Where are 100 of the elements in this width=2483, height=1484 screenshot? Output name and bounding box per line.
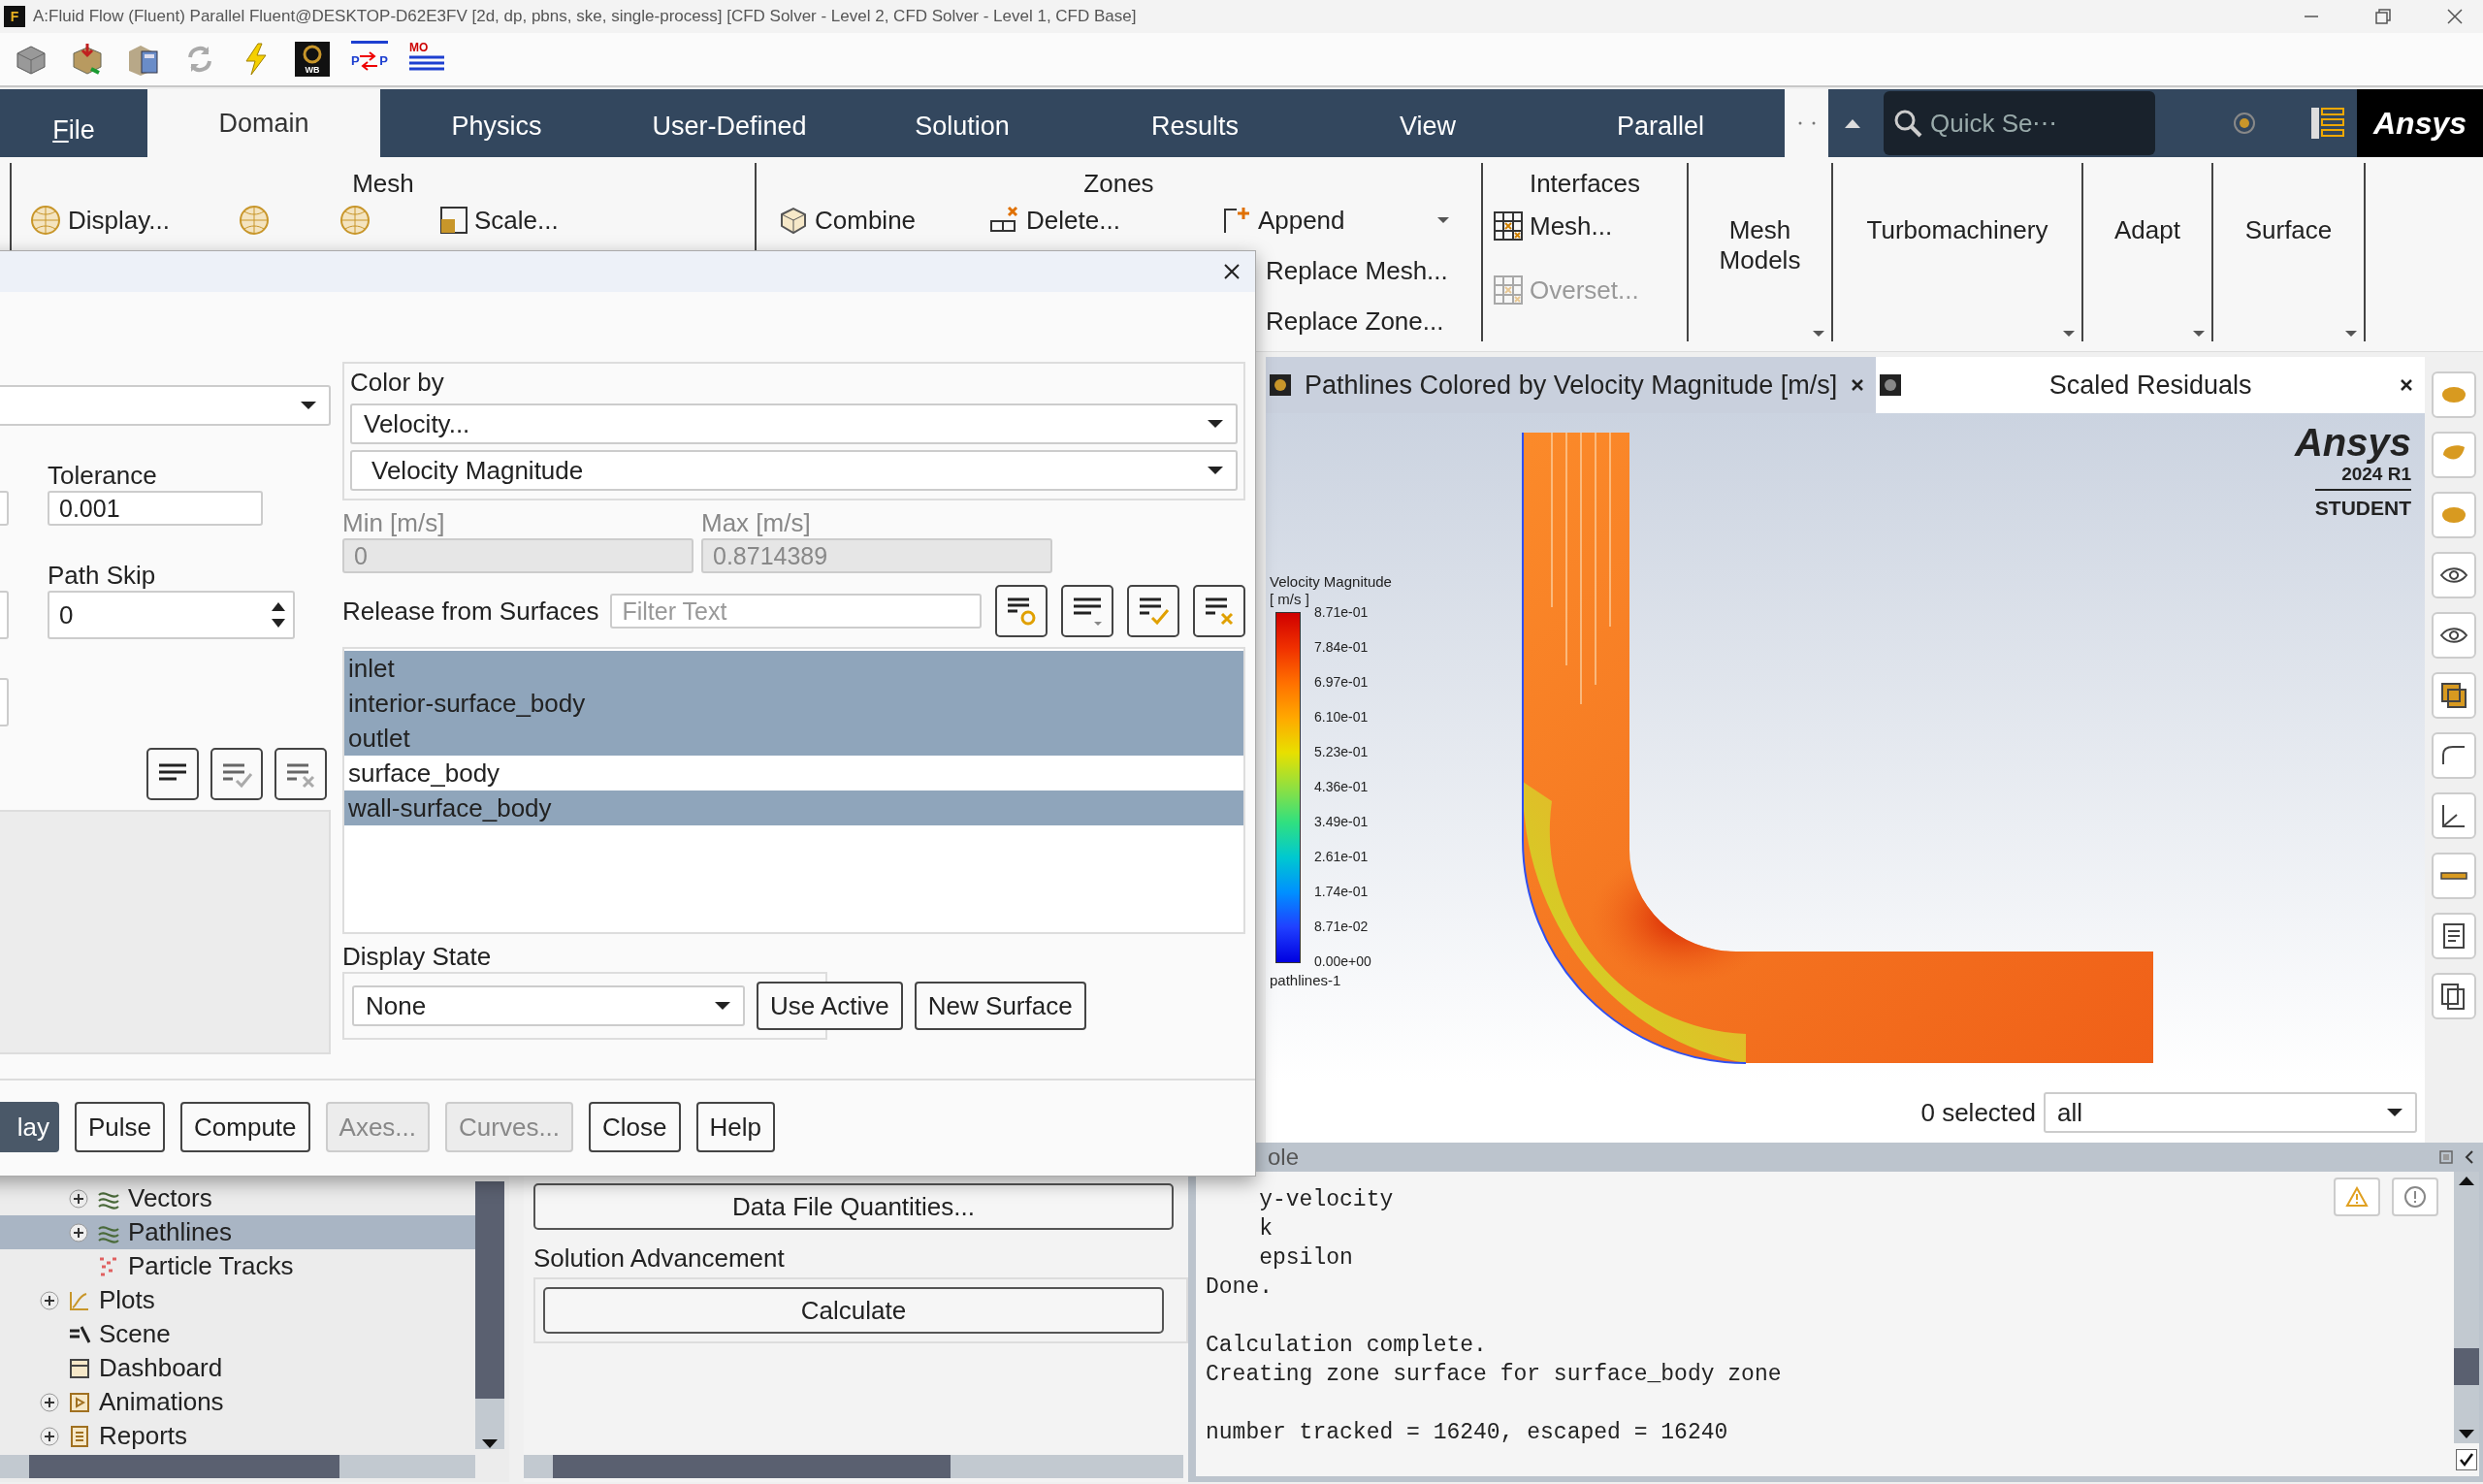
drag-handle-icon[interactable] xyxy=(1796,120,1817,126)
ribbon-button[interactable]: Delete... xyxy=(989,199,1120,242)
ribbon-tab[interactable]: Domain xyxy=(147,89,380,157)
dialog-button[interactable]: Close xyxy=(589,1102,681,1152)
eye-icon[interactable] xyxy=(2432,552,2476,598)
tree-item[interactable]: Dashboard xyxy=(0,1351,475,1385)
expand-icon[interactable] xyxy=(39,1289,60,1311)
tree-item[interactable]: Reports xyxy=(0,1419,475,1453)
ribbon-button[interactable]: Append xyxy=(1222,199,1448,242)
close-icon[interactable] xyxy=(1851,378,1865,392)
ribbon-menu[interactable]: Turbomachinery xyxy=(1866,215,2048,245)
ribbon-tab[interactable]: Parallel xyxy=(1544,89,1777,157)
eye-icon[interactable] xyxy=(2432,612,2476,659)
ribbon-tab[interactable]: User-Defined xyxy=(613,89,846,157)
curve-icon[interactable] xyxy=(2432,732,2476,779)
axes-icon[interactable] xyxy=(2432,792,2476,839)
caret-icon[interactable] xyxy=(2062,330,2076,338)
ribbon-tab[interactable]: View xyxy=(1311,89,1544,157)
tree-item[interactable]: Vectors xyxy=(0,1181,475,1215)
expand-icon[interactable] xyxy=(39,1425,60,1447)
surface-list-item[interactable]: inlet xyxy=(344,651,1243,686)
search-field[interactable]: Quick Se⋯ xyxy=(1884,91,2155,155)
ribbon-menu[interactable]: Mesh Models xyxy=(1701,215,1819,275)
surface-list-item[interactable]: outlet xyxy=(344,721,1243,756)
scroll-up-icon[interactable] xyxy=(2457,1176,2476,1187)
close-icon[interactable] xyxy=(1222,262,1242,281)
note-icon[interactable] xyxy=(2432,913,2476,959)
list-check-icon[interactable] xyxy=(210,748,263,800)
dialog-button[interactable]: Compute xyxy=(180,1102,310,1152)
data-file-quantities-button[interactable]: Data File Quantities... xyxy=(533,1183,1174,1230)
layout-icon[interactable] xyxy=(2310,107,2345,140)
list-clear-icon[interactable] xyxy=(1193,585,1245,637)
ribbon-button[interactable]: Mesh... xyxy=(1493,205,1639,247)
product-logo: Ansys 2024 R1 STUDENT xyxy=(2293,420,2412,522)
selection-filter-dropdown[interactable]: all xyxy=(2044,1092,2417,1133)
dialog-button[interactable]: Help xyxy=(695,1102,776,1152)
tree-item[interactable]: Plots xyxy=(0,1283,475,1317)
calculate-button[interactable]: Calculate xyxy=(543,1287,1164,1334)
dialog-button[interactable]: Pulse xyxy=(75,1102,166,1152)
workbench-icon[interactable]: WB xyxy=(295,42,330,77)
panel-icon xyxy=(68,1356,91,1380)
box-arrow-icon[interactable] xyxy=(70,42,105,77)
close-icon[interactable] xyxy=(2400,378,2413,392)
expand-icon[interactable] xyxy=(68,1221,89,1243)
tree-item[interactable]: Particle Tracks xyxy=(0,1249,475,1283)
ribbon-button[interactable]: Display... xyxy=(29,199,170,242)
checkbox[interactable] xyxy=(2456,1449,2477,1470)
surface-list-item[interactable]: wall-surface_body xyxy=(344,790,1243,825)
close-icon[interactable] xyxy=(2446,8,2464,25)
help-icon[interactable] xyxy=(2233,112,2256,135)
info-icon[interactable] xyxy=(2392,1178,2438,1216)
caret-icon[interactable] xyxy=(2192,330,2206,338)
ribbon-tab[interactable]: Physics xyxy=(380,89,613,157)
ribbon-tab[interactable]: Results xyxy=(1079,89,1311,157)
path-skip-spinner[interactable]: 0 xyxy=(48,591,295,639)
scrollbar[interactable] xyxy=(524,1455,1183,1478)
caret-icon xyxy=(300,401,317,410)
ribbon-menu[interactable]: Adapt xyxy=(2114,215,2180,245)
chevron-left-icon[interactable] xyxy=(2464,1149,2475,1165)
ribbon-tab[interactable]: File xyxy=(0,89,147,157)
list-icon[interactable] xyxy=(146,748,199,800)
tree-item[interactable]: Pathlines xyxy=(0,1215,475,1249)
ribbon-menu[interactable]: Surface xyxy=(2244,215,2333,245)
surface-list-item[interactable]: interior-surface_body xyxy=(344,686,1243,721)
filter-field[interactable]: Filter Text xyxy=(610,594,982,629)
tolerance-field[interactable]: 0.001 xyxy=(48,491,263,526)
graphics-tab[interactable]: Pathlines Colored by Velocity Magnitude [m/s] xyxy=(1266,357,1877,413)
caret-icon xyxy=(1435,216,1450,224)
color-quantity-dropdown[interactable]: Velocity Magnitude xyxy=(350,450,1238,491)
list-check-icon[interactable] xyxy=(1127,585,1179,637)
ruler-icon[interactable] xyxy=(2432,853,2476,899)
list-filter-icon[interactable] xyxy=(995,585,1048,637)
copy-icon[interactable] xyxy=(2432,973,2476,1019)
ribbon-button[interactable]: Scale... xyxy=(439,199,559,242)
caret-icon[interactable] xyxy=(1812,330,1825,338)
display-state-button[interactable]: New Surface xyxy=(914,982,1086,1030)
expand-icon[interactable] xyxy=(68,1187,89,1210)
color-by-dropdown[interactable]: Velocity... xyxy=(350,403,1238,444)
tree-item[interactable]: Scene xyxy=(0,1317,475,1351)
list-menu-icon[interactable] xyxy=(1061,585,1113,637)
list-clear-icon[interactable] xyxy=(274,748,327,800)
scroll-down-icon[interactable] xyxy=(2457,1428,2476,1439)
surface-list-item[interactable]: surface_body xyxy=(344,756,1243,790)
dialog-button[interactable]: lay xyxy=(0,1102,59,1152)
expand-icon[interactable] xyxy=(39,1391,60,1413)
globe-icon xyxy=(29,204,62,237)
console-line: epsilon xyxy=(1258,1244,1353,1273)
caret-icon[interactable] xyxy=(2344,330,2358,338)
display-state-button[interactable]: Use Active xyxy=(757,982,903,1030)
ribbon-tab[interactable]: Solution xyxy=(846,89,1079,157)
scrollbar[interactable] xyxy=(475,1181,504,1449)
display-state-dropdown[interactable]: None xyxy=(352,985,745,1026)
restore-icon[interactable] xyxy=(2374,8,2392,25)
tree-item[interactable]: Animations xyxy=(0,1385,475,1419)
scrollbar[interactable] xyxy=(0,1455,475,1478)
scrollbar[interactable] xyxy=(2454,1172,2479,1443)
scroll-down-icon[interactable] xyxy=(480,1437,500,1449)
ribbon-button[interactable]: Combine xyxy=(778,199,917,242)
scroll-thumb[interactable] xyxy=(2454,1348,2479,1385)
layers-icon[interactable] xyxy=(2432,672,2476,719)
